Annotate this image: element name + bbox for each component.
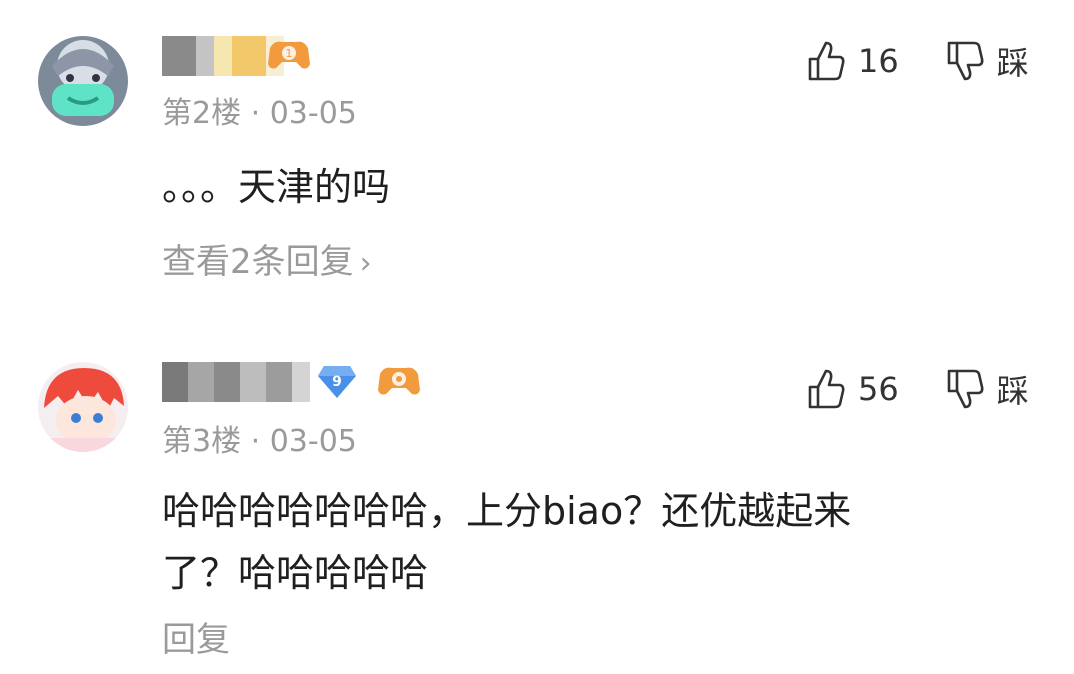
member-level-badge: 9 [316, 362, 358, 404]
comment-text-line: 了？哈哈哈哈哈 [162, 551, 429, 595]
comment-text-line: 哈哈哈哈哈哈哈，上分biao？还优越起来 [162, 489, 852, 533]
like-count: 16 [858, 42, 899, 80]
svg-text:1: 1 [286, 47, 293, 60]
floor-and-date: 第3楼 · 03-05 [162, 424, 357, 459]
thumbs-up-icon[interactable] [806, 367, 846, 411]
reply-link[interactable]: 回复 [162, 612, 230, 661]
dislike-label[interactable]: 踩 [997, 38, 1029, 84]
chevron-right-icon: › [359, 246, 372, 281]
comment-text: 哈哈哈哈哈哈哈，上分biao？还优越起来 了？哈哈哈哈哈 [162, 480, 851, 604]
user-avatar[interactable] [38, 362, 128, 452]
game-controller-badge-icon: 1 [268, 41, 310, 69]
avatar-masked-character-icon [38, 36, 128, 126]
view-replies-link[interactable]: 查看2条回复 › [162, 234, 372, 283]
username-blurred[interactable] [162, 362, 310, 402]
dislike-label[interactable]: 踩 [997, 366, 1029, 412]
avatar-red-hair-character-icon [38, 362, 128, 452]
game-controller-badge-icon [378, 367, 420, 395]
thumbs-down-icon[interactable] [945, 39, 985, 83]
comment-actions: 16 踩 [806, 38, 1029, 84]
view-replies-label: 查看2条回复 [162, 242, 354, 282]
fan-level-badge [376, 364, 422, 402]
fan-level-badge: 1 [266, 38, 312, 76]
diamond-level-badge-icon: 9 [318, 366, 356, 398]
thumbs-up-icon[interactable] [806, 39, 846, 83]
user-avatar[interactable] [38, 36, 128, 126]
thumbs-down-icon[interactable] [945, 367, 985, 411]
like-count: 56 [858, 370, 899, 408]
floor-and-date: 第2楼 · 03-05 [162, 96, 357, 131]
comment-actions: 56 踩 [806, 366, 1029, 412]
svg-text:9: 9 [332, 374, 342, 390]
comment-text: 。。。天津的吗 [162, 165, 391, 209]
